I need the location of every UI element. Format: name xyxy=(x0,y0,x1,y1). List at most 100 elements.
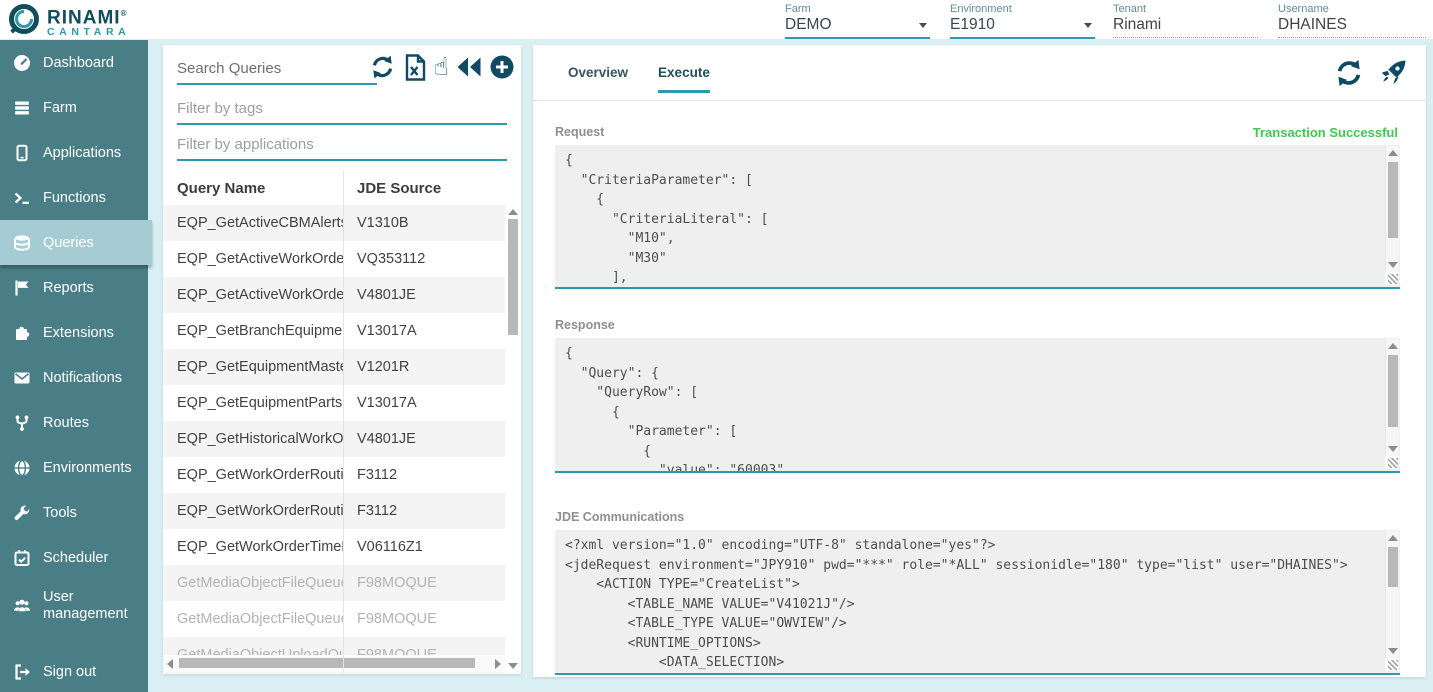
jde-source-cell: F3112 xyxy=(343,503,505,519)
response-scrollbar[interactable] xyxy=(1385,339,1399,456)
table-row[interactable]: EQP_GetHistoricalWorkOrcV4801JE xyxy=(163,421,505,457)
search-queries-input[interactable] xyxy=(177,57,377,85)
brand-title: RINAMI® xyxy=(47,5,130,26)
rocket-icon[interactable] xyxy=(1378,57,1408,89)
response-resize-grip[interactable] xyxy=(1385,456,1399,469)
sidebar-item-queries[interactable]: Queries xyxy=(0,220,152,265)
excel-file-icon[interactable] xyxy=(403,53,427,81)
response-content: { "Query": { "QueryRow": [ { "Parameter"… xyxy=(555,338,1400,473)
query-table-vertical-scrollbar[interactable] xyxy=(505,205,521,673)
sidebar-item-label: User management xyxy=(43,589,142,624)
tab-divider xyxy=(533,100,1426,101)
sidebar-item-label: Reports xyxy=(43,280,94,296)
scroll-up-arrow[interactable] xyxy=(1388,150,1398,156)
environment-label: Environment xyxy=(950,3,1095,15)
query-table-horizontal-scrollbar[interactable] xyxy=(163,655,505,672)
sidebar-item-user-management[interactable]: User management xyxy=(0,580,148,632)
scroll-up-arrow[interactable] xyxy=(1388,535,1398,541)
sidebar-item-routes[interactable]: Routes xyxy=(0,400,148,445)
fast-backward-icon[interactable] xyxy=(456,53,482,81)
sidebar-item-applications[interactable]: Applications xyxy=(0,130,148,175)
top-bar: RINAMI® CANTARA Farm DEMO Environment E1… xyxy=(0,0,1433,40)
users-icon xyxy=(12,597,32,615)
sidebar-item-reports[interactable]: Reports xyxy=(0,265,148,310)
table-row[interactable]: EQP_GetActiveCBMAlertsV1310B xyxy=(163,205,505,241)
tenant-value: Rinami xyxy=(1113,16,1258,38)
sidebar-item-extensions[interactable]: Extensions xyxy=(0,310,148,355)
sidebar-item-label: Scheduler xyxy=(43,550,108,566)
table-row[interactable]: EQP_GetActiveWorkOrderRVQ353112 xyxy=(163,241,505,277)
terminal-icon xyxy=(12,189,32,207)
table-row[interactable]: EQP_GetWorkOrderRoutingF3112 xyxy=(163,493,505,529)
sidebar-item-label: Queries xyxy=(43,235,94,251)
jde-communications-textarea[interactable]: <?xml version="1.0" encoding="UTF-8" sta… xyxy=(555,530,1400,675)
scroll-left-arrow[interactable] xyxy=(167,659,173,669)
sidebar-item-notifications[interactable]: Notifications xyxy=(0,355,148,400)
sidebar-item-environments[interactable]: Environments xyxy=(0,445,148,490)
scroll-right-arrow[interactable] xyxy=(495,659,501,669)
brand-subtitle: CANTARA xyxy=(47,26,130,38)
table-row[interactable]: EQP_GetEquipmentPartsV13017A xyxy=(163,385,505,421)
sign-out-icon xyxy=(12,663,32,681)
request-label: Request xyxy=(555,125,604,139)
username-value: DHAINES xyxy=(1278,16,1426,38)
farm-select[interactable]: Farm DEMO xyxy=(785,3,930,39)
sidebar-item-label: Tools xyxy=(43,505,77,521)
table-row[interactable]: EQP_GetBranchEquipmentV13017A xyxy=(163,313,505,349)
sync-icon[interactable] xyxy=(369,53,396,81)
sidebar-item-functions[interactable]: Functions xyxy=(0,175,148,220)
tenant-label: Tenant xyxy=(1113,3,1258,15)
environment-select[interactable]: Environment E1910 xyxy=(950,3,1095,39)
jde-source-cell: V4801JE xyxy=(343,431,505,447)
scrollbar-thumb[interactable] xyxy=(1388,162,1398,238)
scroll-down-arrow[interactable] xyxy=(1388,446,1398,452)
filter-by-tags-input[interactable] xyxy=(177,97,507,125)
jde-communications-content: <?xml version="1.0" encoding="UTF-8" sta… xyxy=(555,530,1400,675)
refresh-icon[interactable] xyxy=(1334,57,1364,89)
transaction-status: Transaction Successful xyxy=(1253,125,1398,140)
sidebar-item-sign-out[interactable]: Sign out xyxy=(0,652,148,692)
table-row[interactable]: GetMediaObjectFileQueuesF98MOQUE xyxy=(163,601,505,637)
table-row[interactable]: EQP_GetEquipmentMasterV1201R xyxy=(163,349,505,385)
scroll-down-arrow[interactable] xyxy=(1388,648,1398,654)
scrollbar-thumb[interactable] xyxy=(1388,355,1398,427)
query-name-cell: EQP_GetHistoricalWorkOrc xyxy=(163,431,343,447)
scrollbar-thumb[interactable] xyxy=(1388,547,1398,587)
tab-execute[interactable]: Execute xyxy=(658,65,710,93)
query-table-body: EQP_GetActiveCBMAlertsV1310BEQP_GetActiv… xyxy=(163,205,505,673)
table-row[interactable]: GetMediaObjectFileQueueF98MOQUE xyxy=(163,565,505,601)
scroll-down-arrow[interactable] xyxy=(1388,262,1398,268)
scroll-down-arrow[interactable] xyxy=(508,663,518,669)
jde-source-cell: V1201R xyxy=(343,359,505,375)
chevron-down-icon xyxy=(919,23,927,28)
sidebar-item-tools[interactable]: Tools xyxy=(0,490,148,535)
jde-scrollbar[interactable] xyxy=(1385,531,1399,658)
hand-pointer-icon[interactable]: ☝ xyxy=(434,53,449,81)
request-scrollbar[interactable] xyxy=(1385,146,1399,272)
sidebar-item-scheduler[interactable]: Scheduler xyxy=(0,535,148,580)
scroll-up-arrow[interactable] xyxy=(1388,343,1398,349)
jde-resize-grip[interactable] xyxy=(1385,658,1399,671)
filter-by-applications-input[interactable] xyxy=(177,133,507,161)
plus-circle-icon[interactable] xyxy=(489,53,515,81)
query-detail-panel: Overview Execute Request Transaction Suc… xyxy=(533,45,1426,677)
tab-overview[interactable]: Overview xyxy=(568,65,628,93)
sidebar-item-farm[interactable]: Farm xyxy=(0,85,148,130)
column-header-query-name: Query Name xyxy=(163,180,343,197)
puzzle-icon xyxy=(12,324,32,342)
table-row[interactable]: EQP_GetWorkOrderTimeEnV06116Z1 xyxy=(163,529,505,565)
query-name-cell: EQP_GetEquipmentParts xyxy=(163,395,343,411)
scroll-up-arrow[interactable] xyxy=(508,209,518,215)
column-divider xyxy=(343,171,344,673)
request-textarea[interactable]: { "CriteriaParameter": [ { "CriteriaLite… xyxy=(555,145,1400,289)
table-row[interactable]: EQP_GetActiveWorkOrdersV4801JE xyxy=(163,277,505,313)
scrollbar-thumb[interactable] xyxy=(179,658,475,668)
request-resize-grip[interactable] xyxy=(1385,272,1399,285)
sidebar-item-dashboard[interactable]: Dashboard xyxy=(0,40,148,85)
response-textarea[interactable]: { "Query": { "QueryRow": [ { "Parameter"… xyxy=(555,338,1400,473)
branch-icon xyxy=(12,414,32,432)
table-row[interactable]: EQP_GetWorkOrderRoutingF3112 xyxy=(163,457,505,493)
calendar-check-icon xyxy=(12,549,32,567)
scrollbar-thumb[interactable] xyxy=(508,219,518,335)
query-list-panel: ☝ Query Name JDE Source EQP_GetActiveCBM… xyxy=(163,45,521,674)
